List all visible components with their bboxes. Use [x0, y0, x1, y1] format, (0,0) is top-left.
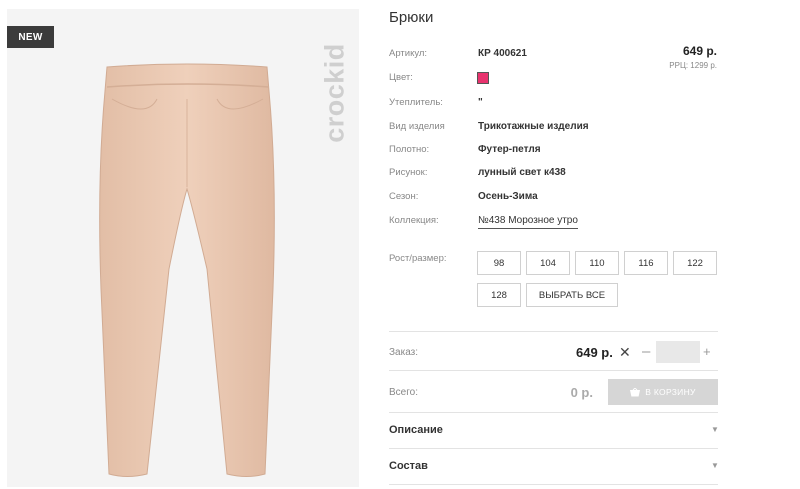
accordion-composition[interactable]: Состав — [389, 460, 428, 472]
pattern-value: лунный свет к438 — [478, 167, 566, 178]
size-option-116[interactable]: 116 — [624, 251, 668, 275]
product-type-label: Вид изделия — [389, 121, 445, 132]
insulation-value: " — [478, 97, 483, 108]
add-to-cart-button[interactable]: В КОРЗИНУ — [608, 379, 718, 405]
basket-icon — [630, 387, 641, 396]
divider — [389, 412, 718, 413]
fabric-label: Полотно: — [389, 144, 430, 155]
order-label: Заказ: — [389, 347, 419, 358]
add-to-cart-label: В КОРЗИНУ — [645, 387, 696, 397]
collection-label: Коллекция: — [389, 215, 439, 226]
product-title: Брюки — [389, 9, 434, 26]
product-type-value: Трикотажные изделия — [478, 121, 589, 132]
insulation-label: Утеплитель: — [389, 97, 443, 108]
new-badge: NEW — [7, 26, 54, 48]
size-option-128[interactable]: 128 — [477, 283, 521, 307]
increase-quantity-button[interactable]: + — [703, 344, 711, 359]
season-label: Сезон: — [389, 191, 419, 202]
divider — [389, 370, 718, 371]
fabric-value: Футер-петля — [478, 144, 541, 155]
divider — [389, 331, 718, 332]
size-option-122[interactable]: 122 — [673, 251, 717, 275]
pattern-label: Рисунок: — [389, 167, 428, 178]
pants-image — [99, 63, 275, 477]
product-photo[interactable]: NEW crockid — [7, 9, 359, 487]
accordion-description[interactable]: Описание — [389, 424, 443, 436]
divider — [389, 448, 718, 449]
season-value: Осень-Зима — [478, 191, 538, 202]
product-price: 649 р. — [682, 44, 717, 58]
brand-logo: crockid — [319, 43, 350, 143]
chevron-down-icon[interactable]: ▼ — [711, 461, 719, 470]
size-option-104[interactable]: 104 — [526, 251, 570, 275]
collection-link[interactable]: №438 Морозное утро — [478, 215, 578, 229]
size-option-98[interactable]: 98 — [477, 251, 521, 275]
select-all-sizes-button[interactable]: ВЫБРАТЬ ВСЕ — [526, 283, 618, 307]
decrease-quantity-button[interactable]: – — [642, 343, 650, 360]
article-value: КР 400621 — [478, 48, 527, 59]
divider — [389, 484, 718, 485]
article-label: Артикул: — [389, 48, 428, 59]
color-label: Цвет: — [389, 72, 413, 83]
size-label: Рост/размер: — [389, 253, 447, 264]
quantity-input[interactable] — [656, 341, 700, 363]
close-icon[interactable]: ✕ — [619, 344, 631, 361]
chevron-down-icon[interactable]: ▼ — [711, 425, 719, 434]
order-price: 649 р. — [576, 345, 613, 360]
recommended-price: РРЦ: 1299 р. — [669, 61, 717, 70]
size-option-110[interactable]: 110 — [575, 251, 619, 275]
total-value: 0 р. — [570, 385, 593, 400]
color-swatch[interactable] — [477, 72, 489, 84]
total-label: Всего: — [389, 387, 418, 398]
